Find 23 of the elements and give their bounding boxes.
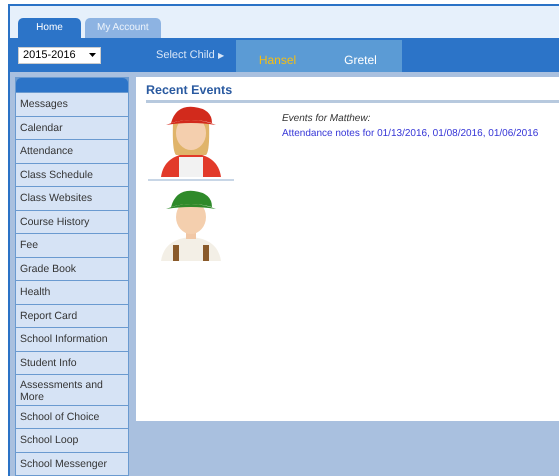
year-select[interactable]: 2015-2016 (18, 46, 101, 64)
sidebar-item[interactable]: Calendar (16, 116, 128, 140)
sidebar-item[interactable]: School Loop (16, 429, 128, 452)
select-child-label: Select Child (156, 48, 215, 61)
sidebar-item[interactable]: Grade Book (16, 258, 128, 280)
sidebar-item[interactable]: Class Schedule (16, 164, 128, 186)
sidebar-item[interactable]: Fee (16, 234, 128, 257)
arrow-icon: ▶ (218, 50, 224, 60)
sidebar-item[interactable]: Student Info (16, 352, 128, 374)
caret-icon (89, 53, 96, 57)
sidebar-item[interactable]: Class Websites (16, 187, 128, 210)
tab[interactable]: Home (18, 18, 81, 38)
sidebar-item[interactable]: Course History (16, 210, 128, 234)
event-heading: Events for Matthew: (282, 112, 372, 126)
sidebar-item[interactable]: Report Card (16, 304, 128, 328)
sidebar-item[interactable]: School Messenger (16, 452, 128, 475)
sidebar-item[interactable]: Health (16, 281, 128, 304)
sidebar-item[interactable]: Messages (16, 93, 128, 116)
sidebar-item[interactable]: Assessments and More (16, 375, 128, 404)
event-link[interactable]: Attendance notes for 01/13/2016, 01/08/2016, 01/06/2016 (282, 126, 538, 141)
sidebar-item[interactable]: School Information (16, 328, 128, 351)
sidebar-item[interactable]: Attendance (16, 140, 128, 163)
sidebar-item[interactable]: School of Choice (16, 406, 128, 428)
